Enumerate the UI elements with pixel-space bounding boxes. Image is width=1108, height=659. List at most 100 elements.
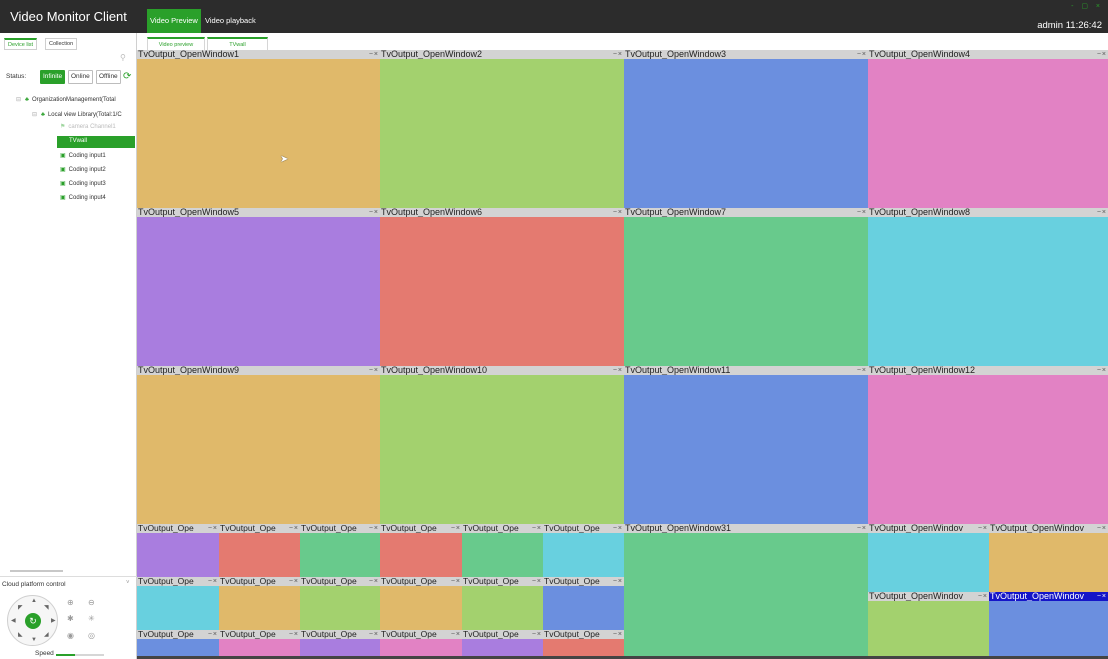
arrow-down-left-icon[interactable]: ◣ [18,631,23,638]
tree-item-organization[interactable]: ⊟ ♣ OrganizationManagement(Total [16,95,135,106]
window-buttons[interactable]: −× [857,524,867,533]
chevron-down-icon[interactable]: ˅ [126,580,130,586]
zoom-in-icon[interactable]: ⊕ [67,598,74,607]
tree-item-tvwall[interactable]: TVwall [57,136,135,148]
iris-open-icon[interactable]: ◉ [67,631,74,640]
ptz-center-button[interactable]: ↻ [25,613,41,629]
tv-window-small[interactable]: TvOutput_Ope −× [462,524,543,577]
status-infinite-button[interactable]: Infinite [40,70,66,84]
tree-item-coding-input[interactable]: ▣ Coding input2 [60,165,106,176]
tree-item-coding-input[interactable]: ▣ Coding input1 [60,151,106,162]
tab-video-preview[interactable]: Video Preview [147,9,201,33]
tv-window-small[interactable]: TvOutput_Ope −× [462,577,543,630]
tv-window-selected[interactable]: TvOutput_OpenWindov −× [989,592,1108,659]
tv-window-small[interactable]: TvOutput_Ope −× [380,524,462,577]
window-buttons[interactable]: −× [369,50,379,59]
tree-item-local-library[interactable]: ⊟ ♣ Local view Library(Total:1/C [32,110,135,121]
window-buttons[interactable]: −× [208,630,218,639]
tv-window-31[interactable]: TvOutput_OpenWindow31 −× [624,524,868,659]
tv-window-small[interactable]: TvOutput_Ope −× [543,524,624,577]
tv-window-medium[interactable]: TvOutput_OpenWindov −× [868,592,989,659]
expand-toggle-icon[interactable]: ⊟ [16,97,21,103]
window-buttons[interactable]: −× [532,577,542,586]
focus-far-icon[interactable]: ✳ [88,614,95,623]
window-buttons[interactable]: −× [532,524,542,533]
window-buttons[interactable]: −× [369,524,379,533]
tv-window-10[interactable]: TvOutput_OpenWindow10 −× [380,366,624,524]
arrow-up-icon[interactable]: ▲ [31,598,37,604]
tv-window-small[interactable]: TvOutput_Ope −× [300,524,380,577]
tv-window-1[interactable]: TvOutput_OpenWindow1 −× [137,50,380,208]
refresh-icon[interactable]: ⟳ [123,71,131,82]
window-buttons[interactable]: −× [369,366,379,375]
tv-window-small[interactable]: TvOutput_Ope −× [219,577,300,630]
window-buttons[interactable]: −× [289,577,299,586]
iris-close-icon[interactable]: ◎ [88,631,95,640]
window-buttons[interactable]: −× [289,524,299,533]
window-controls[interactable]: - ▢ × [1071,2,1103,10]
tab-video-preview-sub[interactable]: Video preview [147,37,205,50]
tv-window-7[interactable]: TvOutput_OpenWindow7 −× [624,208,868,366]
window-buttons[interactable]: −× [1097,208,1107,217]
search-icon[interactable]: ⚲ [120,53,126,62]
window-buttons[interactable]: −× [1097,366,1107,375]
arrow-left-icon[interactable]: ◀ [11,617,16,624]
window-buttons[interactable]: −× [857,366,867,375]
speed-slider[interactable] [56,654,104,656]
window-buttons[interactable]: −× [451,577,461,586]
tv-window-small[interactable]: TvOutput_Ope −× [219,630,300,659]
arrow-down-icon[interactable]: ▼ [31,637,37,643]
window-buttons[interactable]: −× [978,592,988,601]
tv-window-small[interactable]: TvOutput_Ope −× [300,630,380,659]
focus-near-icon[interactable]: ✱ [67,614,74,623]
tv-window-small[interactable]: TvOutput_Ope −× [300,577,380,630]
tv-window-small[interactable]: TvOutput_Ope −× [543,577,624,630]
arrow-down-right-icon[interactable]: ◢ [44,631,49,638]
tv-window-small[interactable]: TvOutput_Ope −× [380,577,462,630]
window-buttons[interactable]: −× [1097,50,1107,59]
tv-window-9[interactable]: TvOutput_OpenWindow9 −× [137,366,380,524]
tv-window-5[interactable]: TvOutput_OpenWindow5 −× [137,208,380,366]
tab-collection[interactable]: Collection [45,38,78,50]
tv-window-small[interactable]: TvOutput_Ope −× [462,630,543,659]
window-buttons[interactable]: −× [208,524,218,533]
tv-window-small[interactable]: TvOutput_Ope −× [137,577,219,630]
tree-item-coding-input[interactable]: ▣ Coding input4 [60,193,106,204]
tv-window-6[interactable]: TvOutput_OpenWindow6 −× [380,208,624,366]
tv-window-3[interactable]: TvOutput_OpenWindow3 −× [624,50,868,208]
window-buttons[interactable]: −× [613,208,623,217]
arrow-right-icon[interactable]: ▶ [51,617,56,624]
window-buttons[interactable]: −× [613,366,623,375]
tv-window-medium[interactable]: TvOutput_OpenWindov −× [989,524,1108,592]
tv-window-medium[interactable]: TvOutput_OpenWindov −× [868,524,989,592]
arrow-up-left-icon[interactable]: ◤ [18,604,23,611]
tab-tvwall[interactable]: TVwall [207,37,268,50]
status-online-button[interactable]: Online [68,70,93,84]
expand-toggle-icon[interactable]: ⊟ [32,112,37,118]
window-buttons[interactable]: −× [1097,524,1107,533]
status-offline-button[interactable]: Offline [96,70,121,84]
arrow-up-right-icon[interactable]: ◥ [44,604,49,611]
window-buttons[interactable]: −× [613,577,623,586]
sidebar-scrollbar[interactable] [10,570,63,572]
window-buttons[interactable]: −× [613,630,623,639]
window-buttons[interactable]: −× [1097,592,1107,601]
window-buttons[interactable]: −× [369,208,379,217]
window-buttons[interactable]: −× [208,577,218,586]
tv-window-small[interactable]: TvOutput_Ope −× [380,630,462,659]
window-buttons[interactable]: −× [369,577,379,586]
window-buttons[interactable]: −× [451,630,461,639]
window-buttons[interactable]: −× [451,524,461,533]
tv-window-4[interactable]: TvOutput_OpenWindow4 −× [868,50,1108,208]
window-buttons[interactable]: −× [369,630,379,639]
window-buttons[interactable]: −× [857,208,867,217]
tv-window-11[interactable]: TvOutput_OpenWindow11 −× [624,366,868,524]
tab-device-list[interactable]: Device list [4,38,38,50]
tv-window-2[interactable]: TvOutput_OpenWindow2 −× [380,50,624,208]
tree-item-coding-input[interactable]: ▣ Coding input3 [60,179,106,190]
tv-window-small[interactable]: TvOutput_Ope −× [137,524,219,577]
window-buttons[interactable]: −× [978,524,988,533]
tv-window-small[interactable]: TvOutput_Ope −× [543,630,624,659]
tree-item-camera-channel[interactable]: ⚑ camera Channel1 [60,122,116,133]
window-buttons[interactable]: −× [289,630,299,639]
